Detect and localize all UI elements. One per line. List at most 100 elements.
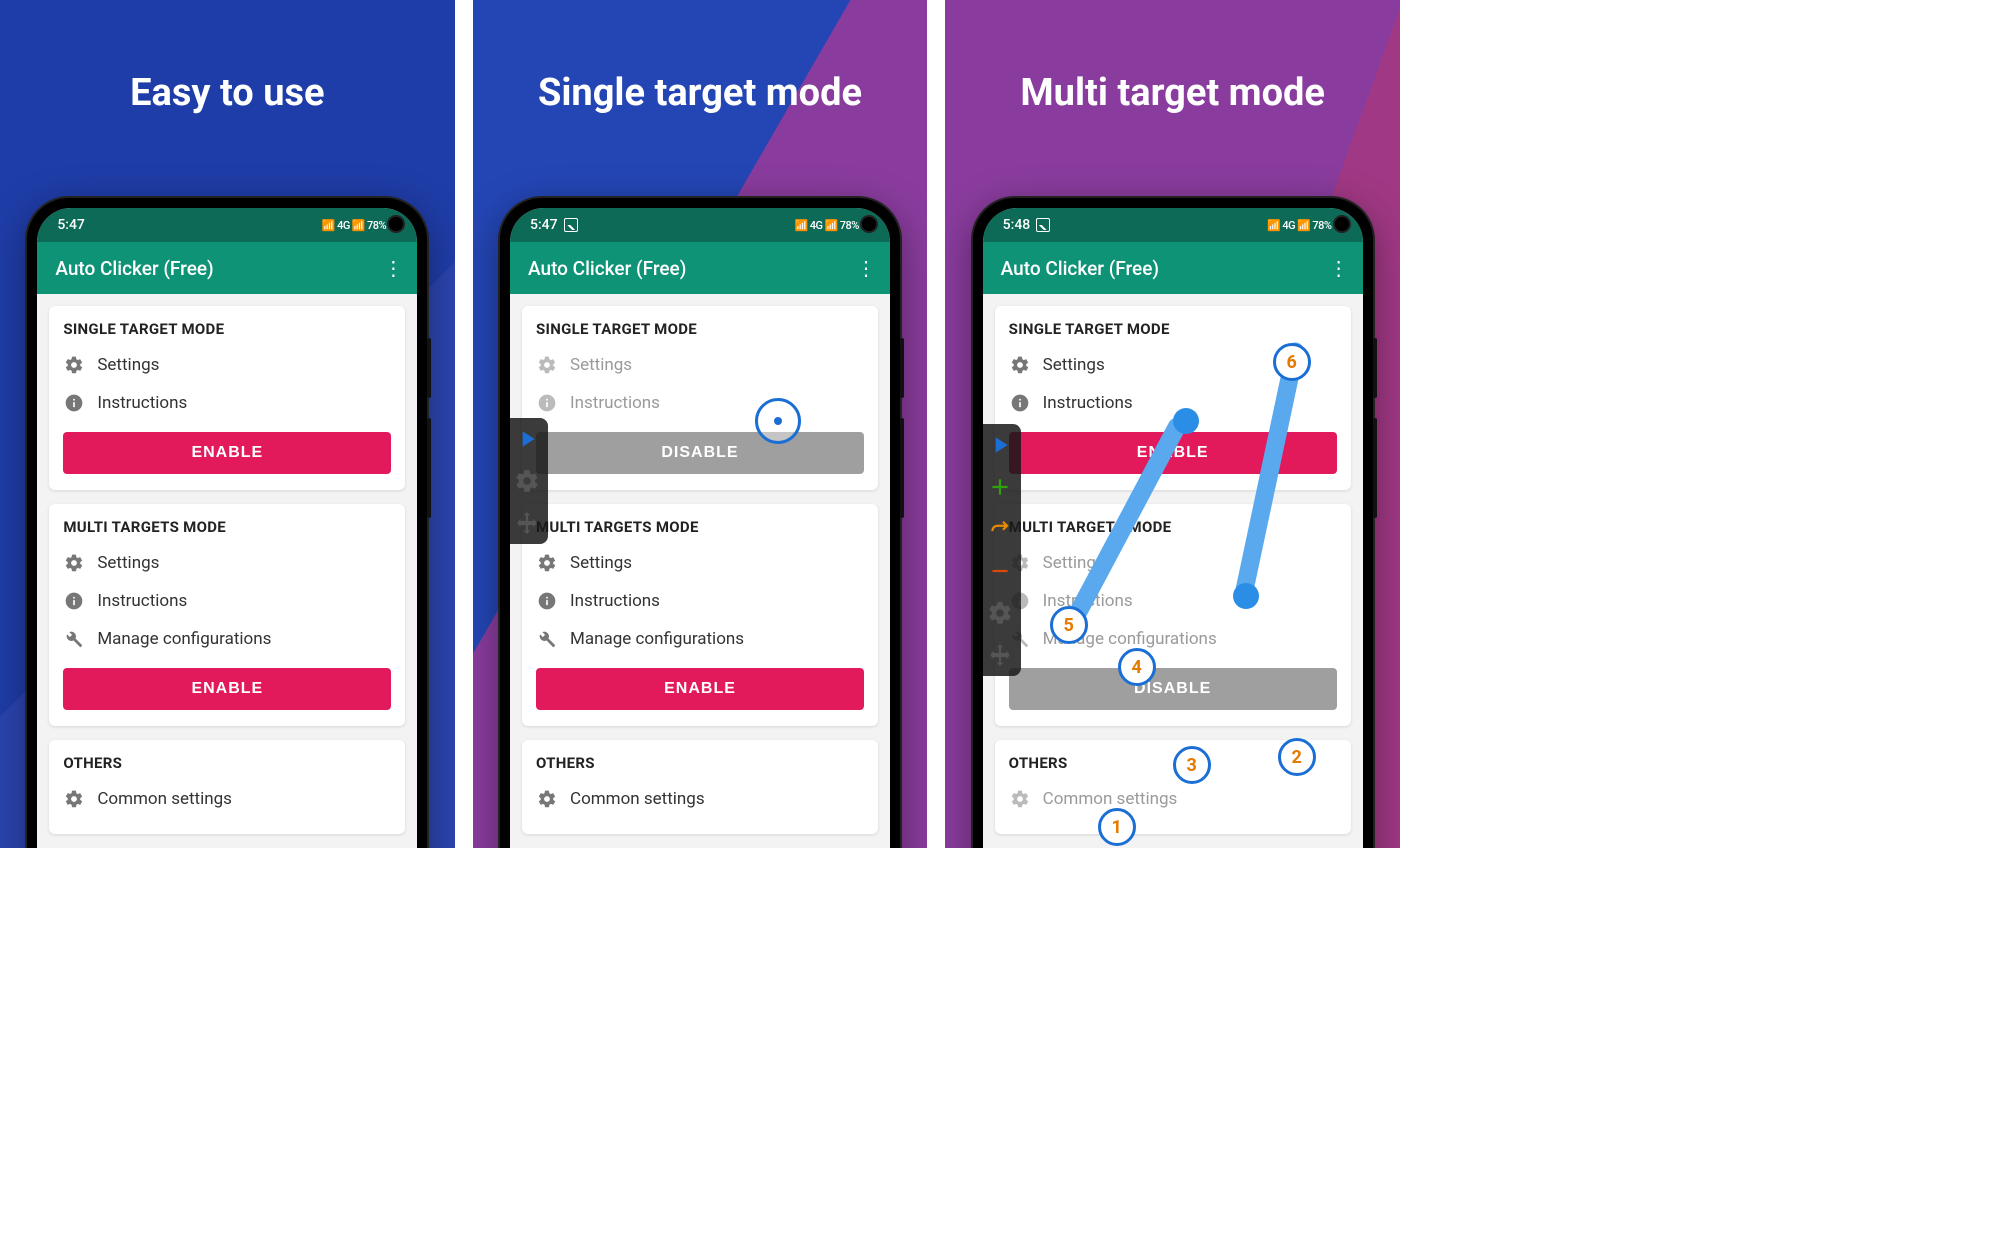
info-icon: [63, 590, 85, 612]
play-icon[interactable]: [985, 430, 1015, 460]
others-title: OTHERS: [536, 754, 864, 772]
multi-instructions-row[interactable]: Instructions: [63, 582, 391, 620]
app-title: Auto Clicker (Free): [55, 257, 377, 280]
multi-enable-button[interactable]: ENABLE: [63, 668, 391, 710]
row-label: Common settings: [97, 789, 232, 809]
multi-target-card: MULTI TARGETS MODE Settings Instructions…: [522, 504, 878, 726]
multi-settings-row[interactable]: Settings: [63, 544, 391, 582]
swipe-end-6[interactable]: [1233, 583, 1259, 609]
gear-icon: [63, 788, 85, 810]
multi-disable-button[interactable]: DISABLE: [1009, 668, 1337, 710]
target-marker-1[interactable]: 1: [1098, 808, 1136, 846]
single-settings-row[interactable]: Settings: [63, 346, 391, 384]
info-icon: [63, 392, 85, 414]
gear-icon[interactable]: [512, 466, 542, 496]
target-marker-5[interactable]: 5: [1050, 606, 1088, 644]
single-settings-row[interactable]: Settings: [536, 346, 864, 384]
single-target-card: SINGLE TARGET MODE Settings Instructions…: [49, 306, 405, 490]
app-bar: Auto Clicker (Free) ⋮: [37, 242, 417, 294]
row-label: Manage configurations: [570, 629, 744, 649]
others-card: OTHERS Common settings: [49, 740, 405, 834]
row-label: Instructions: [570, 591, 660, 611]
row-label: Common settings: [570, 789, 705, 809]
gear-icon[interactable]: [985, 598, 1015, 628]
single-target-card: SINGLE TARGET MODE Settings Instructions…: [995, 306, 1351, 490]
phone-frame: 5:47 📶4G📶 78%🔋 Auto Clicker (Free) ⋮ SIN…: [27, 198, 427, 848]
gear-icon: [63, 552, 85, 574]
move-icon[interactable]: [512, 508, 542, 538]
single-target-marker[interactable]: [755, 398, 801, 444]
multi-target-card: MULTI TARGETS MODE Settings Instructions…: [49, 504, 405, 726]
camera-hole: [1333, 215, 1351, 233]
swipe-icon[interactable]: [985, 514, 1015, 544]
others-card: OTHERS Common settings: [522, 740, 878, 834]
row-label: Instructions: [1043, 393, 1133, 413]
info-icon: [1009, 392, 1031, 414]
info-icon: [536, 392, 558, 414]
row-label: Settings: [570, 553, 632, 573]
phone-screen: 5:48 📶4G📶 78%🔋 Auto Clicker (Free) ⋮ SIN…: [983, 208, 1363, 848]
common-settings-row[interactable]: Common settings: [536, 780, 864, 818]
status-time: 5:48: [1003, 217, 1031, 233]
single-enable-button[interactable]: ENABLE: [63, 432, 391, 474]
app-title: Auto Clicker (Free): [1001, 257, 1323, 280]
wrench-icon: [63, 628, 85, 650]
info-icon: [536, 590, 558, 612]
move-icon[interactable]: [985, 640, 1015, 670]
wrench-icon: [536, 628, 558, 650]
gear-icon: [1009, 354, 1031, 376]
multi-settings-row[interactable]: Settings: [536, 544, 864, 582]
status-time: 5:47: [57, 217, 85, 233]
single-target-card: SINGLE TARGET MODE Settings Instructions…: [522, 306, 878, 490]
promo-panel-3: Multi target mode 5:48 📶4G📶 78%🔋 Auto Cl…: [945, 0, 1400, 848]
promo-panel-2: Single target mode 5:47 📶4G📶 78%🔋 Auto C…: [473, 0, 928, 848]
promo-panel-1: Easy to use 5:47 📶4G📶 78%🔋 Auto Clicker …: [0, 0, 455, 848]
common-settings-row[interactable]: Common settings: [1009, 780, 1337, 818]
single-target-title: SINGLE TARGET MODE: [1009, 320, 1337, 338]
plus-icon[interactable]: [985, 472, 1015, 502]
screenshot-icon: [564, 218, 578, 232]
row-label: Instructions: [97, 393, 187, 413]
gear-icon: [63, 354, 85, 376]
single-disable-button[interactable]: DISABLE: [536, 432, 864, 474]
single-instructions-row[interactable]: Instructions: [63, 384, 391, 422]
phone-screen: 5:47 📶4G📶 78%🔋 Auto Clicker (Free) ⋮ SIN…: [37, 208, 417, 848]
multi-target-card: MULTI TARGETS MODE Settings Instructions…: [995, 504, 1351, 726]
overflow-menu-icon[interactable]: ⋮: [850, 258, 882, 278]
multi-manage-row[interactable]: Manage configurations: [536, 620, 864, 658]
swipe-end-5[interactable]: [1173, 408, 1199, 434]
overflow-menu-icon[interactable]: ⋮: [1323, 258, 1355, 278]
multi-target-title: MULTI TARGETS MODE: [1009, 518, 1337, 536]
multi-target-title: MULTI TARGETS MODE: [63, 518, 391, 536]
row-label: Common settings: [1043, 789, 1178, 809]
row-label: Settings: [97, 355, 159, 375]
gear-icon: [536, 788, 558, 810]
multi-enable-button[interactable]: ENABLE: [536, 668, 864, 710]
status-bar: 5:47 📶4G📶 78%🔋: [510, 208, 890, 242]
app-bar: Auto Clicker (Free) ⋮: [983, 242, 1363, 294]
floating-toolbar[interactable]: [510, 418, 548, 544]
panel-caption: Single target mode: [518, 34, 882, 154]
status-bar: 5:47 📶4G📶 78%🔋: [37, 208, 417, 242]
minus-icon[interactable]: [985, 556, 1015, 586]
gear-icon: [536, 354, 558, 376]
row-label: Settings: [1043, 355, 1105, 375]
multi-manage-row[interactable]: Manage configurations: [63, 620, 391, 658]
play-icon[interactable]: [512, 424, 542, 454]
target-marker-3[interactable]: 3: [1173, 746, 1211, 784]
status-time: 5:47: [530, 217, 558, 233]
multi-instructions-row[interactable]: Instructions: [536, 582, 864, 620]
screenshot-icon: [1036, 218, 1050, 232]
panel-caption: Easy to use: [110, 34, 344, 154]
single-instructions-row[interactable]: Instructions: [536, 384, 864, 422]
floating-toolbar[interactable]: [983, 424, 1021, 676]
target-marker-4[interactable]: 4: [1118, 648, 1156, 686]
common-settings-row[interactable]: Common settings: [63, 780, 391, 818]
target-marker-6[interactable]: 6: [1273, 343, 1311, 381]
app-bar: Auto Clicker (Free) ⋮: [510, 242, 890, 294]
row-label: Manage configurations: [97, 629, 271, 649]
app-title: Auto Clicker (Free): [528, 257, 850, 280]
multi-settings-row[interactable]: Settings: [1009, 544, 1337, 582]
overflow-menu-icon[interactable]: ⋮: [377, 258, 409, 278]
target-marker-2[interactable]: 2: [1278, 738, 1316, 776]
